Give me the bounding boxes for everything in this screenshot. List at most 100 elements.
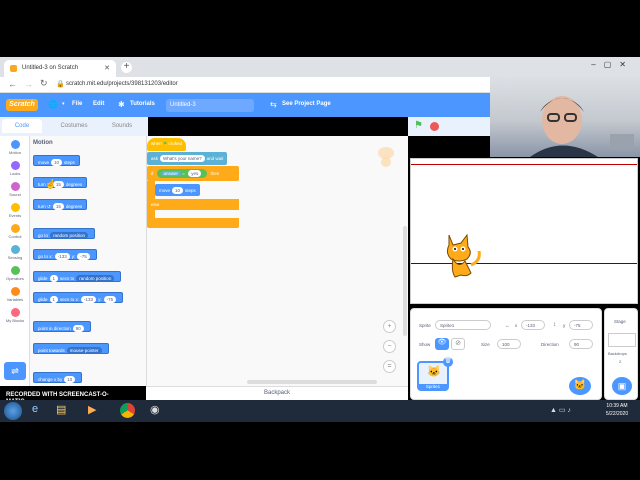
turn-left-block[interactable]: turn ↺ 15 degrees (33, 199, 88, 210)
stage-thumbnail[interactable] (608, 333, 636, 347)
size-input[interactable]: 100 (497, 339, 521, 349)
cat-sprite[interactable] (441, 231, 485, 279)
chrome-icon[interactable] (120, 403, 135, 418)
y-input[interactable]: -75 (569, 320, 593, 330)
x-arrows-icon: ↔ (505, 323, 510, 328)
backpack-label: Backpack (263, 390, 290, 396)
tray-icons[interactable]: ▲ ▭ ♪ (550, 406, 571, 414)
close-tab-icon[interactable]: ✕ (104, 64, 110, 72)
zoom-reset-button[interactable]: = (383, 360, 396, 373)
category-label: Looks (9, 171, 21, 176)
block-input[interactable]: -75 (77, 253, 90, 260)
category-control[interactable]: Control (0, 224, 30, 239)
see-project-page-button[interactable]: See Project Page (282, 101, 331, 107)
screen-recorder-icon[interactable]: ◉ (150, 403, 160, 416)
block-text: y: (98, 297, 102, 302)
tab-sounds[interactable]: Sounds (100, 119, 144, 133)
scratch-logo[interactable]: Scratch (6, 99, 38, 111)
explorer-icon[interactable]: ▤ (56, 403, 66, 416)
vertical-scrollbar[interactable] (403, 226, 407, 336)
move-steps-block[interactable]: move 10 steps (33, 155, 80, 166)
change-x-block[interactable]: change x by 10 (33, 372, 83, 383)
category-sound[interactable]: Sound (0, 182, 30, 197)
block-dropdown[interactable]: random position (50, 232, 89, 239)
if-else-block[interactable]: if answer = yes then (147, 166, 239, 181)
palette-heading: Motion (33, 140, 53, 146)
motion-dot-icon (10, 140, 20, 149)
block-input[interactable]: -133 (54, 253, 70, 260)
block-input[interactable]: 10 (51, 159, 63, 166)
hide-eye-icon[interactable]: ⊘ (451, 338, 465, 350)
url-field[interactable]: scratch.mit.edu/projects/398131203/edito… (66, 81, 178, 87)
category-operators[interactable]: Operators (0, 266, 30, 281)
edit-menu[interactable]: Edit (93, 101, 104, 107)
clock-date: 5/22/2020 (605, 411, 629, 417)
point-direction-block[interactable]: point in direction 90 (33, 321, 91, 332)
turn-right-block[interactable]: turn ↻ 15 degrees (33, 177, 88, 188)
block-input[interactable]: -133 (81, 296, 97, 303)
backpack-bar[interactable]: Backpack (146, 386, 408, 400)
media-icon[interactable]: ▶ (88, 403, 96, 416)
go-to-block[interactable]: go to random position (33, 228, 96, 239)
category-looks[interactable]: Looks (0, 161, 30, 176)
x-input[interactable]: -133 (521, 320, 545, 330)
glide-to-block[interactable]: glide 1 secs to random position (33, 271, 122, 282)
zoom-out-button[interactable]: − (383, 340, 396, 353)
glide-to-xy-block[interactable]: glide 1 secs to x: -133 y: -75 (33, 292, 124, 303)
zoom-in-button[interactable]: + (383, 320, 396, 333)
new-tab-button[interactable]: + (121, 62, 132, 73)
block-dropdown[interactable]: random position (76, 275, 115, 282)
stop-icon[interactable] (430, 122, 439, 131)
move-input[interactable]: 10 (172, 187, 184, 194)
ie-icon[interactable]: e (32, 403, 38, 415)
add-extension-button[interactable]: ⇌ (4, 362, 26, 380)
sprite-name-input[interactable]: Sprite1 (435, 320, 491, 330)
green-flag-icon[interactable]: ⚑ (414, 120, 423, 131)
window-controls[interactable]: –▢✕ (591, 60, 634, 69)
forward-icon[interactable]: → (24, 79, 33, 89)
tutorials-menu[interactable]: Tutorials (130, 101, 155, 107)
code-area[interactable]: when ⚑ clicked ask What's your name? and w… (146, 136, 408, 386)
category-motion[interactable]: Motion (0, 140, 30, 155)
delete-sprite-icon[interactable]: 🗑 (443, 357, 453, 367)
show-visible-eye-icon[interactable]: 👁 (435, 338, 449, 350)
block-input[interactable]: 1 (49, 296, 59, 303)
reload-icon[interactable]: ↻ (40, 78, 48, 89)
category-my-blocks[interactable]: My Blocks (0, 308, 30, 323)
choose-sprite-button[interactable]: 🐱 (569, 377, 591, 395)
stage-panel[interactable]: Stage Backdrops 2 ▣ (604, 308, 638, 400)
browser-tab[interactable]: Untitled-3 on Scratch ✕ (4, 60, 116, 77)
go-to-xy-block[interactable]: go to x: -133 y: -75 (33, 249, 97, 260)
ask-and-wait-block[interactable]: ask What's your name? and wait (147, 152, 228, 165)
file-menu[interactable]: File (72, 101, 82, 107)
equals-input[interactable]: yes (188, 170, 202, 177)
category-variables[interactable]: Variables (0, 287, 30, 302)
ask-input[interactable]: What's your name? (160, 155, 205, 162)
category-events[interactable]: Events (0, 203, 30, 218)
point-towards-block[interactable]: point towards mouse-pointer (33, 343, 109, 354)
block-input[interactable]: 15 (52, 203, 64, 210)
answer-reporter[interactable]: answer (160, 171, 182, 176)
block-input[interactable]: 10 (64, 376, 76, 383)
category-sensing[interactable]: Sensing (0, 245, 30, 260)
project-title-input[interactable]: Untitled-3 (166, 99, 254, 112)
globe-icon[interactable]: 🌐 (48, 100, 58, 109)
move-steps-block-script[interactable]: move 10 steps (155, 184, 200, 196)
tab-code[interactable]: Code (2, 119, 42, 133)
horizontal-scrollbar[interactable] (247, 380, 377, 384)
choose-backdrop-button[interactable]: ▣ (612, 377, 632, 395)
start-button[interactable] (4, 402, 22, 420)
block-text: clicked (168, 141, 183, 146)
equals-operator-block[interactable]: answer = yes (156, 169, 208, 178)
block-input[interactable]: 1 (49, 275, 59, 282)
block-input[interactable]: 90 (72, 325, 84, 332)
when-flag-clicked-block[interactable]: when ⚑ clicked (147, 138, 187, 151)
sprite-thumbnail[interactable]: 🐱 Sprite1 🗑 (417, 357, 453, 391)
back-icon[interactable]: ← (8, 79, 17, 89)
direction-input[interactable]: 90 (569, 339, 593, 349)
stage[interactable] (410, 158, 638, 304)
block-dropdown[interactable]: mouse-pointer (66, 347, 102, 354)
else-bar[interactable]: else (147, 199, 239, 210)
block-input[interactable]: -75 (103, 296, 117, 303)
tab-costumes[interactable]: Costumes (50, 119, 98, 133)
